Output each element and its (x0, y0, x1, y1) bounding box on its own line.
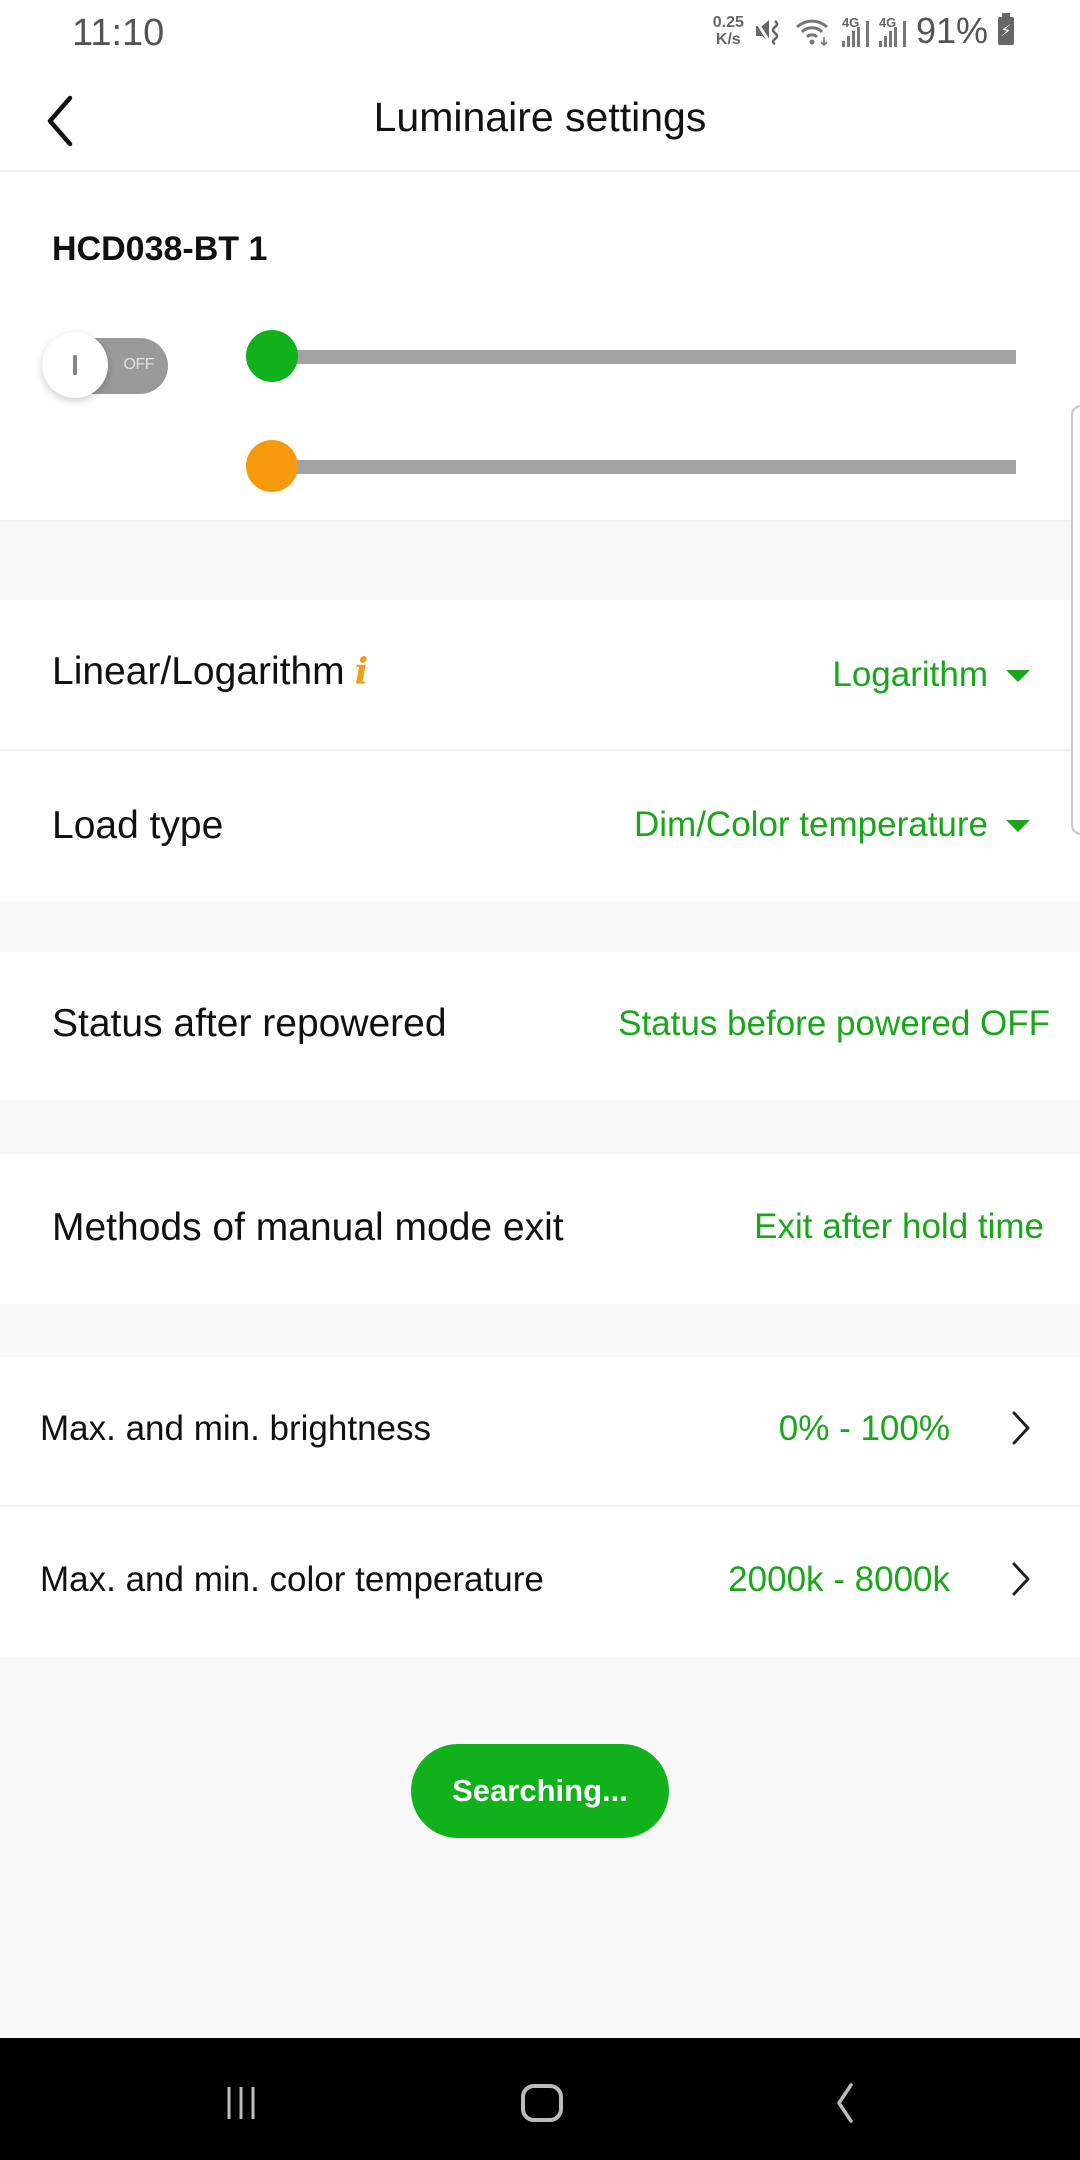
brightness-slider[interactable] (246, 330, 1016, 382)
battery-percent: 91% (915, 10, 988, 51)
linear-logarithm-text: Linear/Logarithm (52, 650, 345, 693)
app-header: Luminaire settings (0, 70, 1080, 172)
brightness-range-label: Max. and min. brightness (40, 1409, 432, 1448)
page-title: Luminaire settings (373, 94, 707, 140)
slider-thumb[interactable] (246, 330, 298, 382)
toggle-knob (42, 332, 108, 398)
slider-track (272, 460, 1016, 474)
back-icon (837, 2083, 853, 2123)
mute-vibrate-icon (753, 15, 784, 47)
color-temperature-slider[interactable] (246, 440, 1016, 492)
network-speed: 0.25 K/s (713, 14, 744, 48)
load-type-label: Load type (52, 804, 224, 847)
slider-thumb[interactable] (246, 440, 298, 492)
signal-4g-icon: 4G (841, 15, 869, 47)
color-temperature-range-label: Max. and min. color temperature (40, 1560, 544, 1599)
chevron-right-icon (1012, 1411, 1030, 1445)
signal-label: 4G (841, 15, 860, 30)
signal-4g-icon: 4G (878, 15, 906, 47)
searching-button[interactable]: Searching... (411, 1744, 669, 1838)
home-button[interactable] (497, 2068, 587, 2138)
linear-logarithm-value[interactable]: Logarithm (832, 655, 988, 695)
dropdown-caret-icon (1006, 670, 1030, 682)
status-bar: 11:10 0.25 K/s 4G 4G 91% ⚡ (0, 0, 1080, 70)
manual-mode-exit-value[interactable]: Exit after hold time (754, 1207, 1044, 1247)
toggle-state-label: OFF (123, 356, 155, 373)
slider-track (272, 350, 1016, 364)
load-type-row[interactable]: Load type Dim/Color temperature (0, 751, 1080, 901)
brightness-range-row[interactable]: Max. and min. brightness 0% - 100% (0, 1357, 1080, 1505)
brightness-range-value: 0% - 100% (778, 1409, 950, 1448)
linear-logarithm-row[interactable]: Linear/Logarithm i Logarithm (0, 600, 1080, 750)
status-time: 11:10 (72, 12, 165, 54)
network-speed-value: 0.25 (712, 14, 744, 31)
system-back-button[interactable] (800, 2068, 890, 2138)
home-icon (521, 2084, 563, 2122)
wifi-icon (794, 15, 832, 47)
chevron-right-icon (1012, 1562, 1030, 1596)
info-icon[interactable]: i (355, 651, 369, 693)
status-after-repowered-row[interactable]: Status after repowered Status before pow… (0, 952, 1080, 1100)
status-after-repowered-label: Status after repowered (52, 1002, 447, 1045)
scroll-indicator[interactable] (1071, 405, 1080, 835)
color-temperature-range-row[interactable]: Max. and min. color temperature 2000k - … (0, 1507, 1080, 1657)
recent-apps-icon (227, 2087, 255, 2119)
signal-label: 4G (878, 15, 897, 30)
color-temperature-range-value: 2000k - 8000k (728, 1560, 950, 1599)
power-toggle[interactable]: OFF (42, 332, 168, 398)
dropdown-caret-icon (1006, 820, 1030, 832)
device-name: HCD038-BT 1 (52, 230, 268, 268)
recent-apps-button[interactable] (196, 2068, 286, 2138)
battery-charging-icon: ⚡ (998, 13, 1014, 45)
linear-logarithm-label: Linear/Logarithm i (52, 650, 368, 694)
system-nav-bar (0, 2038, 1080, 2160)
status-after-repowered-value[interactable]: Status before powered OFF (618, 1004, 1050, 1044)
power-on-mark-icon (73, 355, 77, 375)
load-type-value[interactable]: Dim/Color temperature (634, 805, 988, 845)
manual-mode-exit-row[interactable]: Methods of manual mode exit Exit after h… (0, 1154, 1080, 1304)
manual-mode-exit-label: Methods of manual mode exit (52, 1206, 564, 1249)
network-speed-unit: K/s (715, 31, 741, 48)
status-icons: 0.25 K/s 4G 4G 91% ⚡ (713, 10, 1014, 52)
